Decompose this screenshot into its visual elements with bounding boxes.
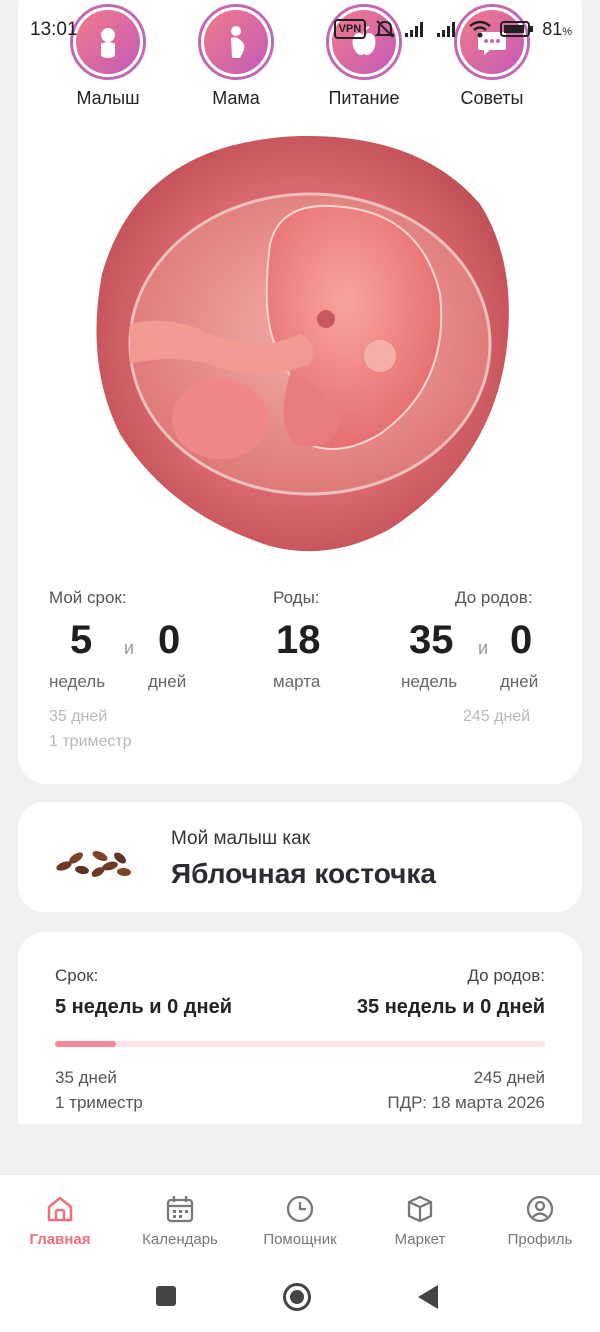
my-term-label: Мой срок: (49, 588, 127, 607)
home-icon (47, 1196, 73, 1222)
clock-icon (286, 1195, 314, 1223)
days-passed: 35 дней (55, 1068, 117, 1087)
battery-level: 81% (542, 18, 572, 39)
back-button[interactable] (416, 1284, 440, 1310)
until-label: До родов: (467, 966, 545, 985)
nav-label: Календарь (142, 1231, 218, 1248)
until-label: До родов: (455, 588, 533, 607)
calendar-icon (166, 1196, 194, 1223)
category-label: Малыш (76, 88, 140, 108)
box-icon (407, 1195, 433, 1223)
nav-profile[interactable]: Профиль (480, 1193, 600, 1248)
size-comparison-card[interactable]: Мой малыш как Яблочная косточка (18, 802, 582, 912)
until-value: 35 недель и 0 дней (356, 996, 545, 1018)
size-comparison-title: Яблочная косточка (171, 858, 436, 889)
signal-icon (437, 22, 456, 37)
birth-day: 18 (276, 618, 321, 662)
category-label: Питание (328, 88, 400, 108)
vpn-badge: VPN (333, 19, 367, 39)
until-days: 0 (510, 618, 533, 662)
mute-icon (374, 20, 396, 38)
status-bar: 13:01 VPN 81% (0, 0, 600, 60)
days-unit: дней (148, 672, 187, 691)
progress-fill (55, 1041, 117, 1047)
nav-calendar[interactable]: Календарь (120, 1193, 240, 1248)
days-left: 245 дней (473, 1068, 545, 1087)
status-icons: VPN 81% (333, 18, 572, 40)
size-comparison-subtitle: Мой малыш как (171, 828, 311, 849)
recent-apps-button[interactable] (154, 1284, 178, 1308)
trimester-text: 1 триместр (55, 1093, 143, 1112)
birth-label: Роды: (273, 588, 320, 607)
apple-seeds-image (56, 851, 131, 877)
signal-icon (405, 22, 424, 37)
nav-label: Профиль (507, 1231, 573, 1248)
term-days-total: 35 дней (49, 708, 108, 725)
nav-assistant[interactable]: Помощник (240, 1193, 360, 1248)
weeks-unit: недель (401, 672, 458, 691)
embryo-illustration (96, 135, 509, 552)
term-weeks: 5 (70, 618, 93, 662)
nav-label: Главная (29, 1231, 91, 1248)
profile-icon (526, 1195, 554, 1223)
until-weeks: 35 (409, 618, 454, 662)
until-days-total: 245 дней (463, 708, 531, 725)
category-label: Советы (460, 88, 524, 108)
weeks-unit: недель (49, 672, 106, 691)
home-button[interactable] (282, 1282, 312, 1312)
progress-card: Срок: До родов: 5 недель и 0 дней 35 нед… (18, 932, 582, 1124)
nav-home[interactable]: Главная (0, 1193, 120, 1248)
category-label: Мама (212, 88, 260, 108)
bottom-navigation: Главная Календарь Помощник Маркет Профил… (0, 1174, 600, 1264)
nav-market[interactable]: Маркет (360, 1193, 480, 1248)
term-label: Срок: (55, 966, 99, 985)
nav-label: Помощник (263, 1231, 337, 1248)
pregnancy-progress-bar (55, 1041, 545, 1047)
days-unit: дней (500, 672, 539, 691)
system-navigation-bar (0, 1264, 600, 1332)
and-text: и (124, 638, 135, 658)
birth-month: марта (273, 672, 321, 691)
term-value: 5 недель и 0 дней (55, 996, 232, 1018)
due-date: ПДР: 18 марта 2026 (387, 1093, 545, 1112)
wifi-icon (469, 20, 491, 38)
trimester-text: 1 триместр (49, 733, 132, 750)
status-time: 13:01 (30, 19, 78, 40)
and-text: и (478, 638, 489, 658)
nav-label: Маркет (394, 1231, 446, 1248)
battery-icon (500, 21, 534, 37)
term-days: 0 (158, 618, 181, 662)
